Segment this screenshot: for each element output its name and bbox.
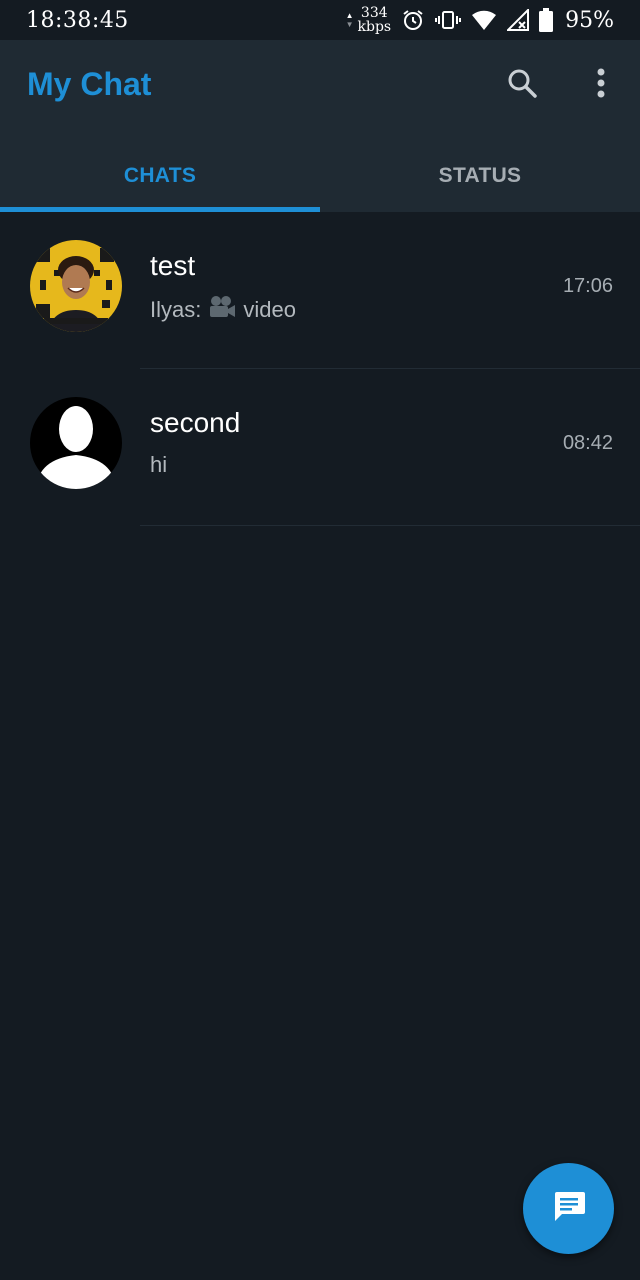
search-icon bbox=[506, 67, 538, 104]
chat-item-test[interactable]: test Ilyas: video 17:06 bbox=[0, 212, 640, 369]
alarm-icon bbox=[401, 8, 425, 32]
chat-name: test bbox=[150, 250, 196, 281]
tab-status-label: STATUS bbox=[438, 164, 522, 187]
more-vert-icon bbox=[596, 68, 606, 103]
tab-status[interactable]: STATUS bbox=[320, 140, 640, 212]
net-speed-value: 334 bbox=[360, 5, 388, 21]
chat-time: 17:06 bbox=[562, 275, 613, 297]
tab-bar: CHATS STATUS bbox=[0, 140, 640, 212]
status-bar: 18:38:45 ▲ ▼ 334 kbps 95% bbox=[0, 0, 640, 40]
video-camera-icon bbox=[207, 295, 237, 325]
net-speed-unit: kbps bbox=[357, 19, 392, 35]
avatar bbox=[30, 240, 122, 332]
status-time: 18:38:45 bbox=[26, 7, 129, 33]
app-title: My Chat bbox=[27, 66, 152, 102]
chat-preview: Ilyas: video bbox=[150, 295, 296, 325]
preview-sender: Ilyas: bbox=[150, 297, 202, 322]
cellular-signal-icon bbox=[507, 9, 530, 31]
battery-icon bbox=[539, 8, 554, 32]
divider bbox=[140, 525, 640, 526]
vibrate-icon bbox=[435, 8, 462, 32]
avatar bbox=[30, 397, 122, 489]
chat-preview: hi bbox=[150, 452, 167, 478]
battery-percent: 95% bbox=[565, 7, 614, 33]
preview-text: hi bbox=[150, 452, 168, 477]
transfer-arrows-icon: ▲ ▼ bbox=[345, 11, 354, 29]
chat-name: second bbox=[150, 407, 241, 438]
new-message-button[interactable] bbox=[523, 1163, 614, 1254]
network-speed: ▲ ▼ 334 kbps bbox=[346, 6, 392, 34]
wifi-icon bbox=[471, 9, 497, 31]
more-options-button[interactable] bbox=[584, 66, 618, 104]
app-bar: My Chat CHATS STATUS bbox=[0, 40, 640, 212]
message-icon bbox=[552, 1190, 586, 1227]
chat-time: 08:42 bbox=[562, 432, 613, 454]
chat-item-second[interactable]: second hi 08:42 bbox=[0, 369, 640, 526]
search-button[interactable] bbox=[503, 66, 541, 104]
tab-chats-label: CHATS bbox=[123, 164, 197, 187]
preview-text: video bbox=[243, 297, 296, 322]
tab-chats[interactable]: CHATS bbox=[0, 140, 320, 212]
chat-list: test Ilyas: video 17:06 second hi 08:42 bbox=[0, 212, 640, 526]
status-icons: ▲ ▼ 334 kbps 95% bbox=[346, 6, 614, 34]
